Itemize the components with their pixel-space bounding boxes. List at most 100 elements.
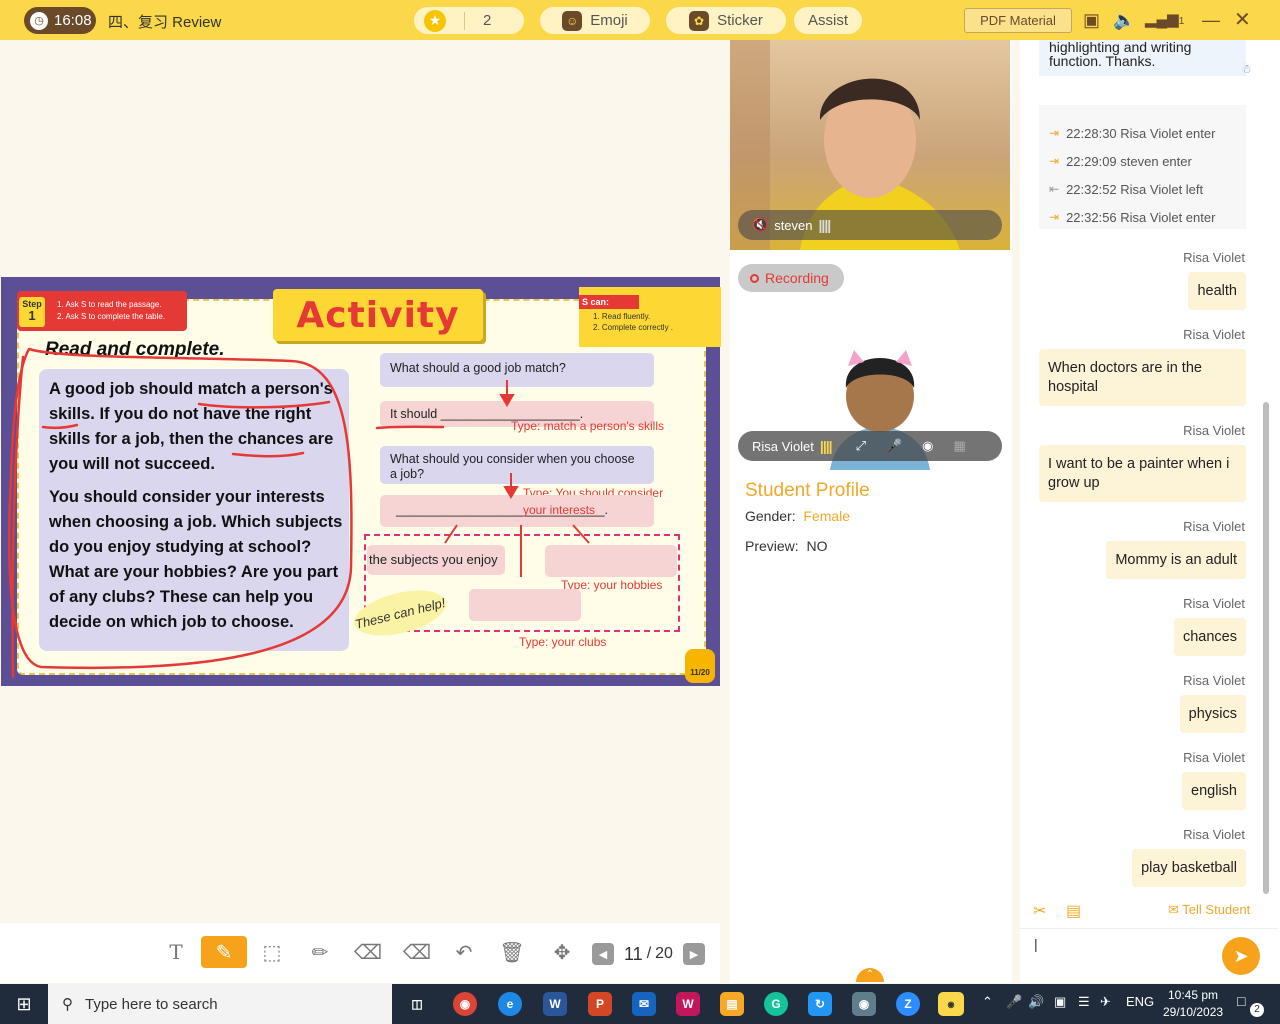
student-video-label: 🔇 steven |||| bbox=[738, 210, 1002, 240]
emoji-label: Emoji bbox=[590, 12, 628, 29]
pen-stroke bbox=[41, 423, 79, 430]
microphone-icon[interactable]: 🎤 bbox=[886, 438, 902, 454]
word-icon[interactable]: W bbox=[543, 992, 567, 1016]
marker-tool-icon[interactable]: ✏ bbox=[306, 938, 334, 966]
move-icon[interactable]: ✥ bbox=[548, 938, 576, 966]
enter-icon: ⇥ bbox=[1049, 154, 1060, 168]
network-icon[interactable]: ☰ bbox=[1078, 994, 1090, 1010]
crop-icon[interactable]: ✂ bbox=[1033, 901, 1046, 921]
chat-scrollbar[interactable] bbox=[1263, 402, 1269, 894]
select-tool-icon[interactable]: ⬚ bbox=[258, 938, 286, 966]
search-icon: ⚲ bbox=[62, 996, 73, 1013]
tell-student-button[interactable]: ✉ Tell Student bbox=[1168, 902, 1250, 918]
zoom-icon[interactable]: Z bbox=[896, 992, 920, 1016]
recording-indicator: Recording bbox=[738, 264, 844, 292]
volume-icon[interactable]: 🔊 bbox=[1028, 994, 1044, 1010]
chat-message: chances bbox=[1173, 618, 1246, 656]
sticker-button[interactable]: ✿ Sticker bbox=[666, 7, 786, 34]
close-icon[interactable]: ✕ bbox=[1234, 10, 1251, 30]
classroom-app-icon[interactable]: ◉ bbox=[938, 992, 964, 1016]
gender-value: Female bbox=[803, 508, 851, 524]
delete-icon[interactable]: 🗑 bbox=[498, 938, 526, 966]
pdf-material-button[interactable]: PDF Material bbox=[964, 8, 1072, 33]
log-entry: ⇥ 22:32:56 Risa Violet enter bbox=[1049, 209, 1216, 225]
chrome-icon[interactable]: ◉ bbox=[453, 992, 477, 1016]
log-entry: ⇥ 22:28:30 Risa Violet enter bbox=[1049, 125, 1216, 141]
emoji-button[interactable]: ☺ Emoji bbox=[540, 7, 650, 34]
message-sender: Risa Violet bbox=[1183, 250, 1245, 265]
prev-page-icon[interactable]: ◀ bbox=[592, 943, 614, 965]
meet-now-icon[interactable]: ▣ bbox=[1054, 994, 1066, 1010]
message-sender: Risa Violet bbox=[1183, 519, 1245, 534]
message-sender: Risa Violet bbox=[1183, 423, 1245, 438]
annotation-layer bbox=[8, 347, 590, 679]
preview-value: NO bbox=[806, 538, 828, 554]
wps-icon[interactable]: W bbox=[676, 992, 700, 1016]
student-profile-title: Student Profile bbox=[745, 480, 870, 501]
log-entry: ⇥ 22:29:09 steven enter bbox=[1049, 153, 1192, 169]
mic-muted-icon: 🔇 bbox=[752, 217, 769, 232]
minimize-icon[interactable]: — bbox=[1202, 10, 1220, 30]
next-page-icon[interactable]: ▶ bbox=[682, 943, 705, 965]
message-sender: Risa Violet bbox=[1183, 327, 1245, 342]
signal-count: 1 bbox=[1178, 16, 1185, 27]
sync-icon[interactable]: ↻ bbox=[808, 992, 832, 1016]
page-current: 11 bbox=[624, 943, 643, 964]
add-image-icon[interactable]: ▤ bbox=[1066, 901, 1081, 921]
arrow-head bbox=[499, 394, 515, 407]
arrow-line bbox=[572, 524, 590, 544]
taskbar-search-input[interactable]: ⚲ Type here to search bbox=[48, 984, 392, 1024]
speaker-icon[interactable]: 🔈 bbox=[1113, 10, 1135, 30]
clear-eraser-icon[interactable]: ⌫ bbox=[403, 938, 431, 966]
windows-start-icon[interactable]: ⊞ bbox=[0, 984, 48, 1024]
top-bar: ◷ 16:08 四、复习 Review ★ 2 ☺ Emoji ✿ Sticke… bbox=[0, 0, 1280, 40]
windows-taskbar: ⊞ ⚲ Type here to search ◫ ◉ e W P ✉ W ▤ … bbox=[0, 984, 1280, 1024]
pen-tool-icon[interactable]: ✎ bbox=[201, 936, 247, 968]
undo-icon[interactable]: ↶ bbox=[450, 938, 478, 966]
chat-notice: highlighting and writing function. Thank… bbox=[1039, 40, 1246, 76]
chat-input-value: | bbox=[1034, 936, 1038, 952]
file-explorer-icon[interactable]: ▤ bbox=[720, 992, 744, 1016]
send-button[interactable]: ➤ bbox=[1222, 937, 1260, 975]
teacher-video-label: Risa Violet |||| ⤢ 🎤 ◉ ▦ bbox=[738, 431, 1002, 461]
message-sender: Risa Violet bbox=[1183, 596, 1245, 611]
star-icon: ★ bbox=[424, 9, 446, 32]
record-dot-icon bbox=[750, 273, 759, 283]
sticker-icon: ✿ bbox=[689, 10, 710, 31]
eraser-icon[interactable]: ⌫ bbox=[354, 938, 382, 966]
camera-app-icon[interactable]: ◉ bbox=[852, 992, 876, 1016]
text-tool-icon[interactable]: T bbox=[162, 938, 190, 966]
taskbar-date[interactable]: 29/10/2023 bbox=[1163, 1005, 1223, 1019]
leave-icon: ⇤ bbox=[1049, 182, 1060, 196]
powerpoint-icon[interactable]: P bbox=[588, 992, 612, 1016]
pen-stroke bbox=[231, 451, 305, 458]
camera-icon[interactable]: ◉ bbox=[922, 438, 933, 454]
chat-message: physics bbox=[1179, 695, 1246, 733]
star-counter[interactable]: ★ 2 bbox=[414, 7, 524, 34]
chat-icon[interactable]: ▣ bbox=[1083, 10, 1100, 30]
student-video[interactable]: 🔇 steven |||| bbox=[730, 40, 1010, 250]
chat-message: english bbox=[1182, 772, 1246, 810]
tray-chevron-icon[interactable]: ⌃ bbox=[982, 994, 993, 1010]
lesson-slide[interactable]: 1. Ask S to read the passage. 2. Ask S t… bbox=[1, 277, 721, 686]
stage-icon[interactable]: ▦ bbox=[954, 438, 966, 454]
airplane-icon[interactable]: ✈ bbox=[1100, 994, 1111, 1010]
language-indicator[interactable]: ENG bbox=[1126, 994, 1154, 1009]
message-sender: Risa Violet bbox=[1183, 673, 1245, 688]
grammarly-icon[interactable]: G bbox=[764, 992, 788, 1016]
translate-icon[interactable]: ☃ bbox=[1241, 62, 1252, 76]
assist-button[interactable]: Assist bbox=[794, 7, 862, 34]
mail-icon[interactable]: ✉ bbox=[632, 992, 656, 1016]
teacher-video[interactable]: Recording Risa Violet |||| ⤢ 🎤 ◉ ▦ bbox=[730, 258, 1010, 470]
page-total: 20 bbox=[655, 945, 673, 962]
arrow-head bbox=[503, 486, 519, 499]
preview-row: Preview: NO bbox=[745, 538, 828, 554]
whiteboard-toolbar: T ✎ ⬚ ✏ ⌫ ⌫ ↶ 🗑 ✥ ◀ 11 / 20 ▶ bbox=[0, 923, 720, 983]
taskbar-time[interactable]: 10:45 pm bbox=[1168, 988, 1218, 1002]
clock-icon: ◷ bbox=[30, 11, 48, 30]
edge-icon[interactable]: e bbox=[498, 992, 522, 1016]
chat-message: health bbox=[1188, 272, 1246, 310]
task-view-icon[interactable]: ◫ bbox=[405, 992, 429, 1016]
mic-tray-icon[interactable]: 🎤 bbox=[1006, 994, 1022, 1010]
fullscreen-icon[interactable]: ⤢ bbox=[856, 438, 866, 454]
